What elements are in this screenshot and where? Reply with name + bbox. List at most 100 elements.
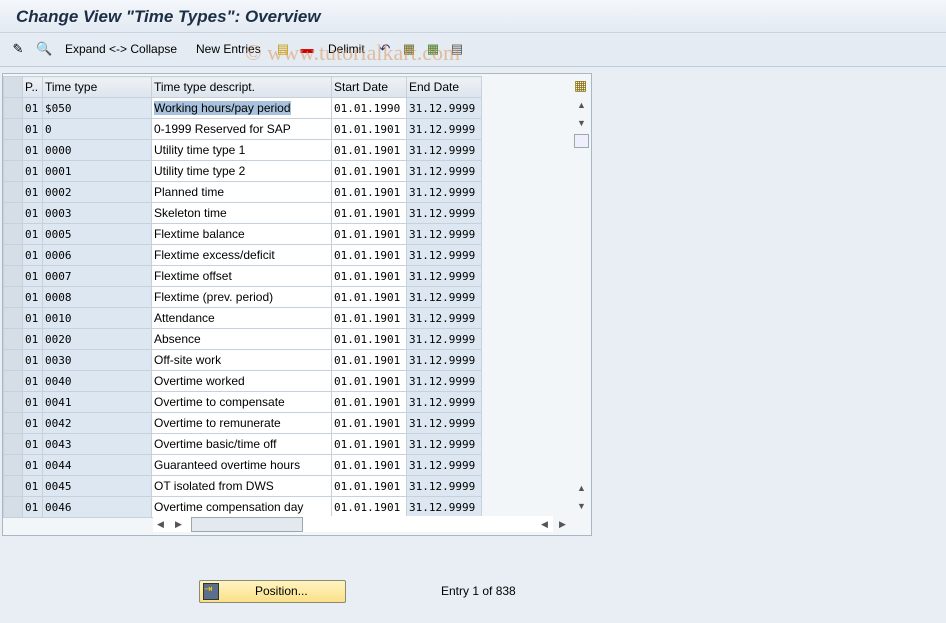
row-selector[interactable] <box>3 307 23 329</box>
cell-description[interactable]: Overtime worked <box>151 370 332 392</box>
cell-description[interactable]: Flextime (prev. period) <box>151 286 332 308</box>
h-scroll-thumb[interactable] <box>191 517 303 532</box>
cell-start-date[interactable]: 01.01.1901 <box>331 370 407 392</box>
column-header-end-date[interactable]: End Date <box>406 76 482 98</box>
cell-description[interactable]: Utility time type 2 <box>151 160 332 182</box>
cell-description[interactable]: Off-site work <box>151 349 332 371</box>
cell-time-type-text: 0020 <box>45 332 72 346</box>
row-selector[interactable] <box>3 265 23 287</box>
cell-start-date[interactable]: 01.01.1901 <box>331 328 407 350</box>
row-selector[interactable] <box>3 412 23 434</box>
table-row: 01 0044 Guaranteed overtime hours 01.01.190… <box>3 454 482 476</box>
edit-display-icon[interactable]: ✎ <box>10 41 26 57</box>
column-header-start-date[interactable]: Start Date <box>331 76 407 98</box>
select-all-column[interactable] <box>3 76 23 98</box>
cell-start-date[interactable]: 01.01.1990 <box>331 97 407 119</box>
cell-start-date[interactable]: 01.01.1901 <box>331 286 407 308</box>
row-selector[interactable] <box>3 454 23 476</box>
cell-start-date-text: 01.01.1901 <box>334 458 401 472</box>
cell-start-date[interactable]: 01.01.1901 <box>331 160 407 182</box>
cell-end-date: 31.12.9999 <box>406 307 482 329</box>
row-selector[interactable] <box>3 181 23 203</box>
table-row: 01 0003 Skeleton time 01.01.1901 31.12.9999 <box>3 202 482 224</box>
scroll-thumb[interactable] <box>574 134 589 148</box>
cell-p-text: 01 <box>25 227 39 241</box>
cell-description-text: Overtime to remunerate <box>154 416 281 430</box>
cell-start-date[interactable]: 01.01.1901 <box>331 475 407 497</box>
scroll-page-down-icon[interactable]: ▼ <box>577 501 586 511</box>
cell-start-date[interactable]: 01.01.1901 <box>331 433 407 455</box>
scroll-left-icon[interactable]: ◀ <box>157 519 164 530</box>
details-icon[interactable]: 🔍 <box>36 41 52 57</box>
row-selector[interactable] <box>3 496 23 518</box>
row-selector[interactable] <box>3 118 23 140</box>
cell-description[interactable]: 0-1999 Reserved for SAP <box>151 118 332 140</box>
cell-description[interactable]: Overtime compensation day <box>151 496 332 518</box>
row-selector[interactable] <box>3 202 23 224</box>
row-selector[interactable] <box>3 433 23 455</box>
cell-description[interactable]: Planned time <box>151 181 332 203</box>
cell-description[interactable]: Flextime excess/deficit <box>151 244 332 266</box>
cell-time-type-text: 0000 <box>45 143 72 157</box>
row-selector[interactable] <box>3 349 23 371</box>
cell-description[interactable]: Guaranteed overtime hours <box>151 454 332 476</box>
row-selector[interactable] <box>3 286 23 308</box>
cell-start-date[interactable]: 01.01.1901 <box>331 265 407 287</box>
cell-start-date[interactable]: 01.01.1901 <box>331 307 407 329</box>
cell-description[interactable]: Overtime to compensate <box>151 391 332 413</box>
row-selector[interactable] <box>3 475 23 497</box>
cell-start-date[interactable]: 01.01.1901 <box>331 223 407 245</box>
cell-description[interactable]: Absence <box>151 328 332 350</box>
column-header-p[interactable]: P.. <box>22 76 43 98</box>
cell-end-date-text: 31.12.9999 <box>409 206 476 220</box>
row-selector[interactable] <box>3 391 23 413</box>
cell-start-date[interactable]: 01.01.1901 <box>331 139 407 161</box>
cell-start-date[interactable]: 01.01.1901 <box>331 244 407 266</box>
row-selector[interactable] <box>3 328 23 350</box>
cell-end-date: 31.12.9999 <box>406 391 482 413</box>
cell-description[interactable]: Skeleton time <box>151 202 332 224</box>
row-selector[interactable] <box>3 97 23 119</box>
cell-p: 01 <box>22 97 43 119</box>
scroll-left-end-icon[interactable]: ◀ <box>541 519 548 530</box>
cell-description[interactable]: Attendance <box>151 307 332 329</box>
cell-description[interactable]: Working hours/pay period <box>151 97 332 119</box>
column-settings-icon[interactable]: ▦ <box>574 77 587 94</box>
row-selector[interactable] <box>3 244 23 266</box>
position-button[interactable]: ⇥ Position... <box>199 580 346 603</box>
cell-start-date[interactable]: 01.01.1901 <box>331 118 407 140</box>
table-control: P.. Time type Time type descript. Start … <box>2 73 592 536</box>
cell-start-date[interactable]: 01.01.1901 <box>331 454 407 476</box>
cell-p: 01 <box>22 223 43 245</box>
horizontal-scrollbar[interactable]: ◀ ▶ ◀ ▶ <box>153 516 566 532</box>
cell-description[interactable]: Flextime offset <box>151 265 332 287</box>
scroll-up-icon[interactable]: ▲ <box>577 100 586 110</box>
cell-description[interactable]: Overtime basic/time off <box>151 433 332 455</box>
cell-start-date[interactable]: 01.01.1901 <box>331 349 407 371</box>
cell-description[interactable]: Overtime to remunerate <box>151 412 332 434</box>
scroll-right-end-icon[interactable]: ▶ <box>559 519 566 530</box>
row-selector[interactable] <box>3 370 23 392</box>
cell-start-date[interactable]: 01.01.1901 <box>331 412 407 434</box>
column-header-time-type[interactable]: Time type <box>42 76 152 98</box>
cell-description[interactable]: Flextime balance <box>151 223 332 245</box>
cell-description[interactable]: OT isolated from DWS <box>151 475 332 497</box>
expand-collapse-button[interactable]: Expand <-> Collapse <box>65 42 177 56</box>
cell-start-date[interactable]: 01.01.1901 <box>331 391 407 413</box>
table-row: 01 0008 Flextime (prev. period) 01.01.1901 3… <box>3 286 482 308</box>
scroll-right-icon[interactable]: ▶ <box>175 519 182 530</box>
cell-start-date[interactable]: 01.01.1901 <box>331 202 407 224</box>
row-selector[interactable] <box>3 160 23 182</box>
column-header-description[interactable]: Time type descript. <box>151 76 332 98</box>
cell-start-date[interactable]: 01.01.1901 <box>331 496 407 518</box>
scroll-page-up-icon[interactable]: ▲ <box>577 483 586 493</box>
vertical-scrollbar[interactable]: ▲ ▼ ▲ ▼ <box>573 94 590 514</box>
cell-description-text: Utility time type 2 <box>154 164 246 178</box>
cell-start-date[interactable]: 01.01.1901 <box>331 181 407 203</box>
row-selector[interactable] <box>3 139 23 161</box>
cell-description[interactable]: Utility time type 1 <box>151 139 332 161</box>
cell-start-date-text: 01.01.1901 <box>334 227 401 241</box>
cell-description-text: Flextime (prev. period) <box>154 290 274 304</box>
row-selector[interactable] <box>3 223 23 245</box>
scroll-down-icon[interactable]: ▼ <box>577 118 586 128</box>
